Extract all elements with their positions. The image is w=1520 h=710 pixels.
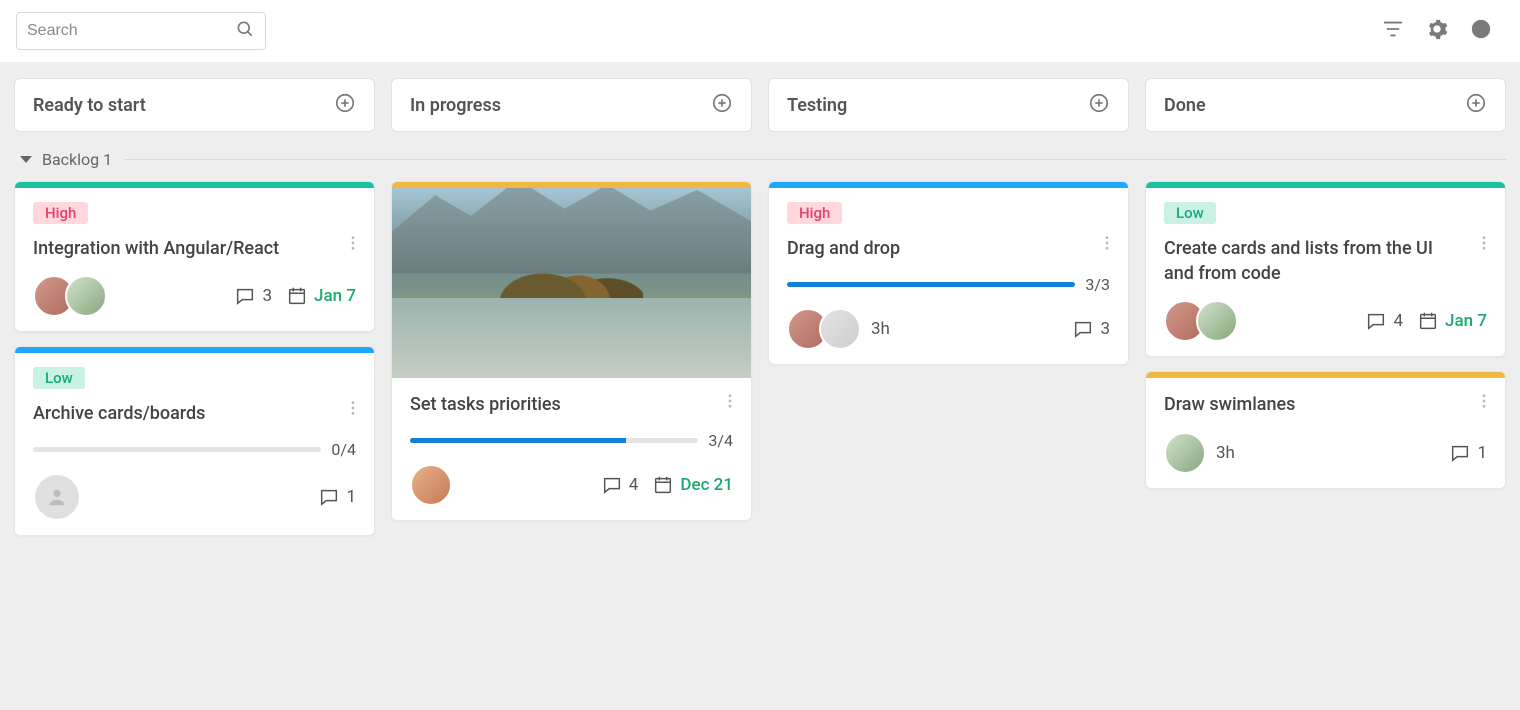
search-icon[interactable] <box>235 19 255 43</box>
search-box[interactable] <box>16 12 266 50</box>
column-header-testing[interactable]: Testing <box>768 78 1129 132</box>
card[interactable]: Set tasks priorities 3/4 4 <box>391 181 752 521</box>
avatar[interactable] <box>65 275 107 317</box>
progress-bar <box>33 447 321 452</box>
filter-icon[interactable] <box>1382 18 1404 44</box>
card-meta: 1 <box>1449 442 1487 464</box>
swimlane-header[interactable]: Backlog 1 <box>14 150 1506 169</box>
avatar-group[interactable] <box>410 464 452 506</box>
column-done-cards: Low Create cards and lists from the UI a… <box>1145 181 1506 489</box>
card[interactable]: Draw swimlanes 3h 1 <box>1145 371 1506 488</box>
column-header-inprogress[interactable]: In progress <box>391 78 752 132</box>
plus-icon[interactable] <box>711 92 733 119</box>
card[interactable]: Low Create cards and lists from the UI a… <box>1145 181 1506 357</box>
priority-tag-low: Low <box>1164 202 1216 224</box>
progress-bar <box>787 282 1075 287</box>
comments-count[interactable]: 1 <box>1449 442 1487 464</box>
due-date[interactable]: Jan 7 <box>286 285 356 307</box>
avatar[interactable] <box>1164 432 1206 474</box>
progress-text: 0/4 <box>331 440 356 459</box>
avatar-placeholder[interactable] <box>33 473 81 521</box>
card-meta: 3 Jan 7 <box>234 285 356 307</box>
comments-count[interactable]: 3 <box>234 285 272 307</box>
cards-row: High Integration with Angular/React 3 <box>14 181 1506 536</box>
avatar-group[interactable]: 3h <box>787 308 890 350</box>
due-date[interactable]: Jan 7 <box>1417 310 1487 332</box>
avatar-group[interactable] <box>1164 300 1238 342</box>
card-meta: 4 Dec 21 <box>601 474 733 496</box>
chevron-down-icon[interactable] <box>20 156 32 163</box>
more-icon[interactable] <box>721 392 739 414</box>
more-icon[interactable] <box>1475 392 1493 414</box>
column-header-ready[interactable]: Ready to start <box>14 78 375 132</box>
progress-bar <box>410 438 698 443</box>
comments-count[interactable]: 4 <box>601 474 639 496</box>
topbar <box>0 0 1520 62</box>
priority-tag-high: High <box>787 202 842 224</box>
card-meta: 4 Jan 7 <box>1365 310 1487 332</box>
card[interactable]: Low Archive cards/boards 0/4 <box>14 346 375 536</box>
column-inprogress-cards: Set tasks priorities 3/4 4 <box>391 181 752 521</box>
column-title: Done <box>1164 95 1206 116</box>
time-estimate: 3h <box>871 319 890 339</box>
card-title: Draw swimlanes <box>1164 392 1487 417</box>
card-title: Drag and drop <box>787 236 1110 261</box>
comments-count[interactable]: 1 <box>318 486 356 508</box>
more-icon[interactable] <box>344 234 362 256</box>
column-ready-cards: High Integration with Angular/React 3 <box>14 181 375 536</box>
board-area: Ready to start In progress Testing Done … <box>0 62 1520 710</box>
card-title: Create cards and lists from the UI and f… <box>1164 236 1487 286</box>
priority-tag-low: Low <box>33 367 85 389</box>
card-meta: 1 <box>318 486 356 508</box>
gear-icon[interactable] <box>1426 18 1448 44</box>
progress-text: 3/3 <box>1085 275 1110 294</box>
avatar-group[interactable]: 3h <box>1164 432 1235 474</box>
progress-text: 3/4 <box>708 431 733 450</box>
progress: 0/4 <box>33 440 356 459</box>
priority-tag-high: High <box>33 202 88 224</box>
progress: 3/3 <box>787 275 1110 294</box>
card-meta: 3 <box>1072 318 1110 340</box>
avatar[interactable] <box>1196 300 1238 342</box>
plus-icon[interactable] <box>1465 92 1487 119</box>
time-estimate: 3h <box>1216 443 1235 463</box>
column-header-done[interactable]: Done <box>1145 78 1506 132</box>
card-title: Archive cards/boards <box>33 401 356 426</box>
column-title: In progress <box>410 95 501 116</box>
column-title: Testing <box>787 95 847 116</box>
avatar[interactable] <box>410 464 452 506</box>
info-icon[interactable] <box>1470 18 1492 44</box>
more-icon[interactable] <box>1475 234 1493 256</box>
comments-count[interactable]: 4 <box>1365 310 1403 332</box>
plus-icon[interactable] <box>1088 92 1110 119</box>
card-title: Set tasks priorities <box>410 392 733 417</box>
avatar-group[interactable] <box>33 275 107 317</box>
search-input[interactable] <box>27 22 235 40</box>
comments-count[interactable]: 3 <box>1072 318 1110 340</box>
card-title: Integration with Angular/React <box>33 236 356 261</box>
due-date[interactable]: Dec 21 <box>652 474 733 496</box>
column-testing-cards: High Drag and drop 3/3 3h <box>768 181 1129 365</box>
card[interactable]: High Integration with Angular/React 3 <box>14 181 375 332</box>
card-cover-image <box>392 188 751 378</box>
more-icon[interactable] <box>344 399 362 421</box>
plus-icon[interactable] <box>334 92 356 119</box>
avatar-group[interactable] <box>33 473 81 521</box>
card[interactable]: High Drag and drop 3/3 3h <box>768 181 1129 365</box>
progress: 3/4 <box>410 431 733 450</box>
avatar[interactable] <box>819 308 861 350</box>
more-icon[interactable] <box>1098 234 1116 256</box>
column-title: Ready to start <box>33 95 146 116</box>
swimlane-divider <box>124 159 1506 160</box>
column-headers: Ready to start In progress Testing Done <box>14 78 1506 132</box>
topbar-actions <box>1382 18 1504 44</box>
swimlane-label: Backlog 1 <box>42 150 112 169</box>
